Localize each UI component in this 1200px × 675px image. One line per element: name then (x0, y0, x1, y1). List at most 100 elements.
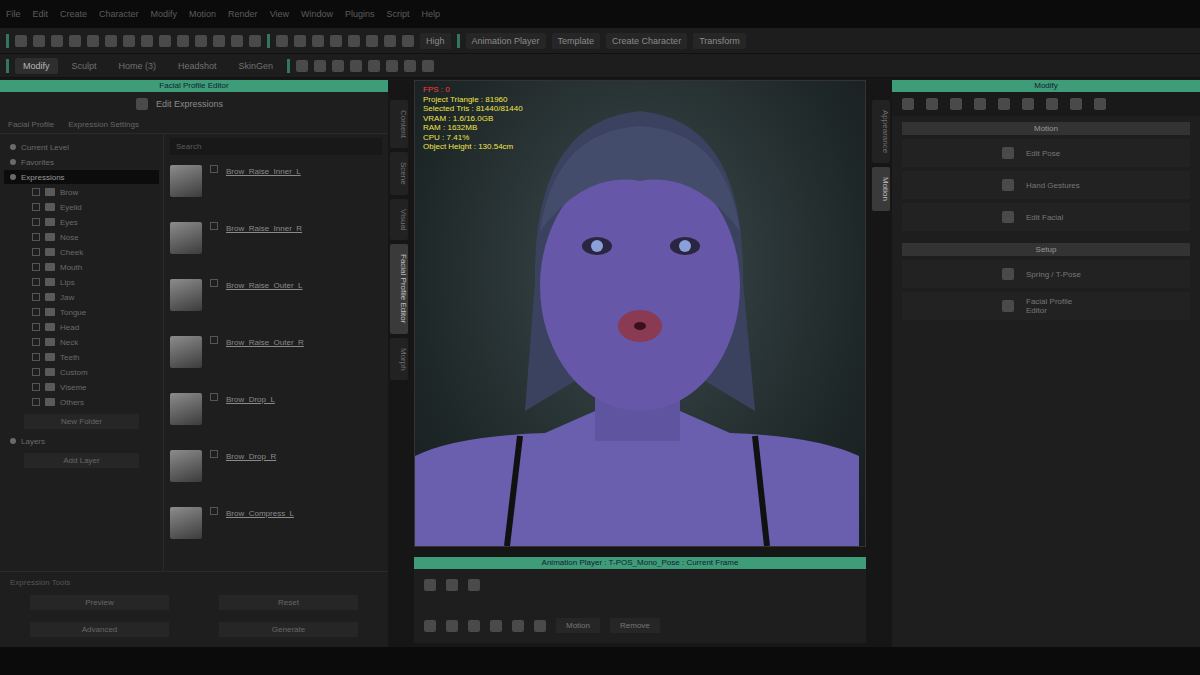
tree-item[interactable]: Eyelid (4, 200, 159, 214)
checkbox[interactable] (32, 218, 40, 226)
tree-item[interactable]: Layers (4, 434, 159, 448)
side-tab[interactable]: Appearance (872, 100, 890, 163)
tool-icon[interactable] (51, 35, 63, 47)
checkbox[interactable] (32, 233, 40, 241)
tree-item[interactable]: Others (4, 395, 159, 409)
quality-dropdown[interactable]: High (420, 33, 451, 49)
tree-item[interactable]: Cheek (4, 245, 159, 259)
tool-icon[interactable] (213, 35, 225, 47)
expression-row[interactable]: Brow_Raise_Inner_R (170, 218, 382, 275)
expression-row[interactable]: Brow_Compress_L (170, 503, 382, 560)
tool-icon[interactable] (404, 60, 416, 72)
mode-tab[interactable]: Home (3) (111, 58, 165, 74)
menu-item[interactable]: Script (387, 9, 410, 19)
tool-icon[interactable] (231, 35, 243, 47)
playback-icon[interactable] (490, 620, 502, 632)
playback-icon[interactable] (424, 620, 436, 632)
tool-icon[interactable] (276, 35, 288, 47)
tool-icon[interactable] (141, 35, 153, 47)
tool-icon[interactable] (330, 35, 342, 47)
player-button[interactable]: Remove (610, 618, 660, 633)
checkbox[interactable] (32, 278, 40, 286)
checkbox[interactable] (32, 293, 40, 301)
tool-button[interactable]: Generate (219, 622, 358, 637)
tree-item[interactable]: Eyes (4, 215, 159, 229)
toolbar-button[interactable]: Animation Player (466, 33, 546, 49)
modify-item[interactable]: Hand Gestures (902, 171, 1190, 199)
tool-icon[interactable] (177, 35, 189, 47)
toolbar-button[interactable]: Template (552, 33, 601, 49)
tree-item[interactable]: Tongue (4, 305, 159, 319)
tree-item[interactable]: Lips (4, 275, 159, 289)
checkbox[interactable] (32, 323, 40, 331)
checkbox[interactable] (210, 450, 218, 458)
tool-icon[interactable] (195, 35, 207, 47)
side-tab[interactable]: Morph (390, 338, 408, 381)
side-tab[interactable]: Scene (390, 152, 408, 195)
tab-icon[interactable] (974, 98, 986, 110)
tool-icon[interactable] (366, 35, 378, 47)
tool-icon[interactable] (350, 60, 362, 72)
playback-icon[interactable] (534, 620, 546, 632)
mode-tab[interactable]: SkinGen (231, 58, 282, 74)
side-tab[interactable]: Content (390, 100, 408, 148)
tab-icon[interactable] (1046, 98, 1058, 110)
tool-icon[interactable] (386, 60, 398, 72)
playback-icon[interactable] (468, 620, 480, 632)
checkbox[interactable] (32, 383, 40, 391)
tree-item[interactable]: Expressions (4, 170, 159, 184)
tab-icon[interactable] (950, 98, 962, 110)
checkbox[interactable] (210, 336, 218, 344)
tool-button[interactable]: Reset (219, 595, 358, 610)
tree-item[interactable]: Mouth (4, 260, 159, 274)
playback-icon[interactable] (446, 620, 458, 632)
tool-icon[interactable] (15, 35, 27, 47)
checkbox[interactable] (210, 393, 218, 401)
tab-icon[interactable] (926, 98, 938, 110)
viewport[interactable]: FPS : 0Project Triangle : 81960Selected … (414, 80, 866, 547)
tree-item[interactable]: Head (4, 320, 159, 334)
mode-tab[interactable]: Sculpt (64, 58, 105, 74)
checkbox[interactable] (32, 263, 40, 271)
side-tab[interactable]: Motion (872, 167, 890, 211)
menu-item[interactable]: File (6, 9, 21, 19)
tool-icon[interactable] (249, 35, 261, 47)
modify-item[interactable]: Spring / T-Pose (902, 260, 1190, 288)
playback-icon[interactable] (512, 620, 524, 632)
control-icon[interactable] (446, 579, 458, 591)
toolbar-button[interactable]: Transform (693, 33, 746, 49)
checkbox[interactable] (32, 368, 40, 376)
menu-item[interactable]: Modify (151, 9, 178, 19)
menu-item[interactable]: Character (99, 9, 139, 19)
tool-icon[interactable] (348, 35, 360, 47)
tree-item[interactable]: Nose (4, 230, 159, 244)
toolbar-button[interactable]: Create Character (606, 33, 687, 49)
sub-tab[interactable]: Expression Settings (68, 120, 139, 129)
menu-item[interactable]: View (270, 9, 289, 19)
tool-icon[interactable] (294, 35, 306, 47)
menu-item[interactable]: Create (60, 9, 87, 19)
menu-item[interactable]: Render (228, 9, 258, 19)
tool-icon[interactable] (296, 60, 308, 72)
tool-icon[interactable] (422, 60, 434, 72)
tab-icon[interactable] (1070, 98, 1082, 110)
control-icon[interactable] (424, 579, 436, 591)
tool-icon[interactable] (312, 35, 324, 47)
player-button[interactable]: Motion (556, 618, 600, 633)
add-layer-button[interactable]: Add Layer (24, 453, 139, 468)
checkbox[interactable] (210, 507, 218, 515)
sub-tab[interactable]: Facial Profile (8, 120, 54, 129)
tool-icon[interactable] (368, 60, 380, 72)
tree-item[interactable]: Teeth (4, 350, 159, 364)
tree-item[interactable]: Custom (4, 365, 159, 379)
checkbox[interactable] (32, 338, 40, 346)
tool-button[interactable]: Advanced (30, 622, 169, 637)
tool-icon[interactable] (402, 35, 414, 47)
tool-button[interactable]: Preview (30, 595, 169, 610)
checkbox[interactable] (32, 188, 40, 196)
tool-icon[interactable] (105, 35, 117, 47)
mode-tab[interactable]: Headshot (170, 58, 225, 74)
tool-icon[interactable] (332, 60, 344, 72)
checkbox[interactable] (32, 203, 40, 211)
expression-row[interactable]: Brow_Raise_Outer_R (170, 332, 382, 389)
